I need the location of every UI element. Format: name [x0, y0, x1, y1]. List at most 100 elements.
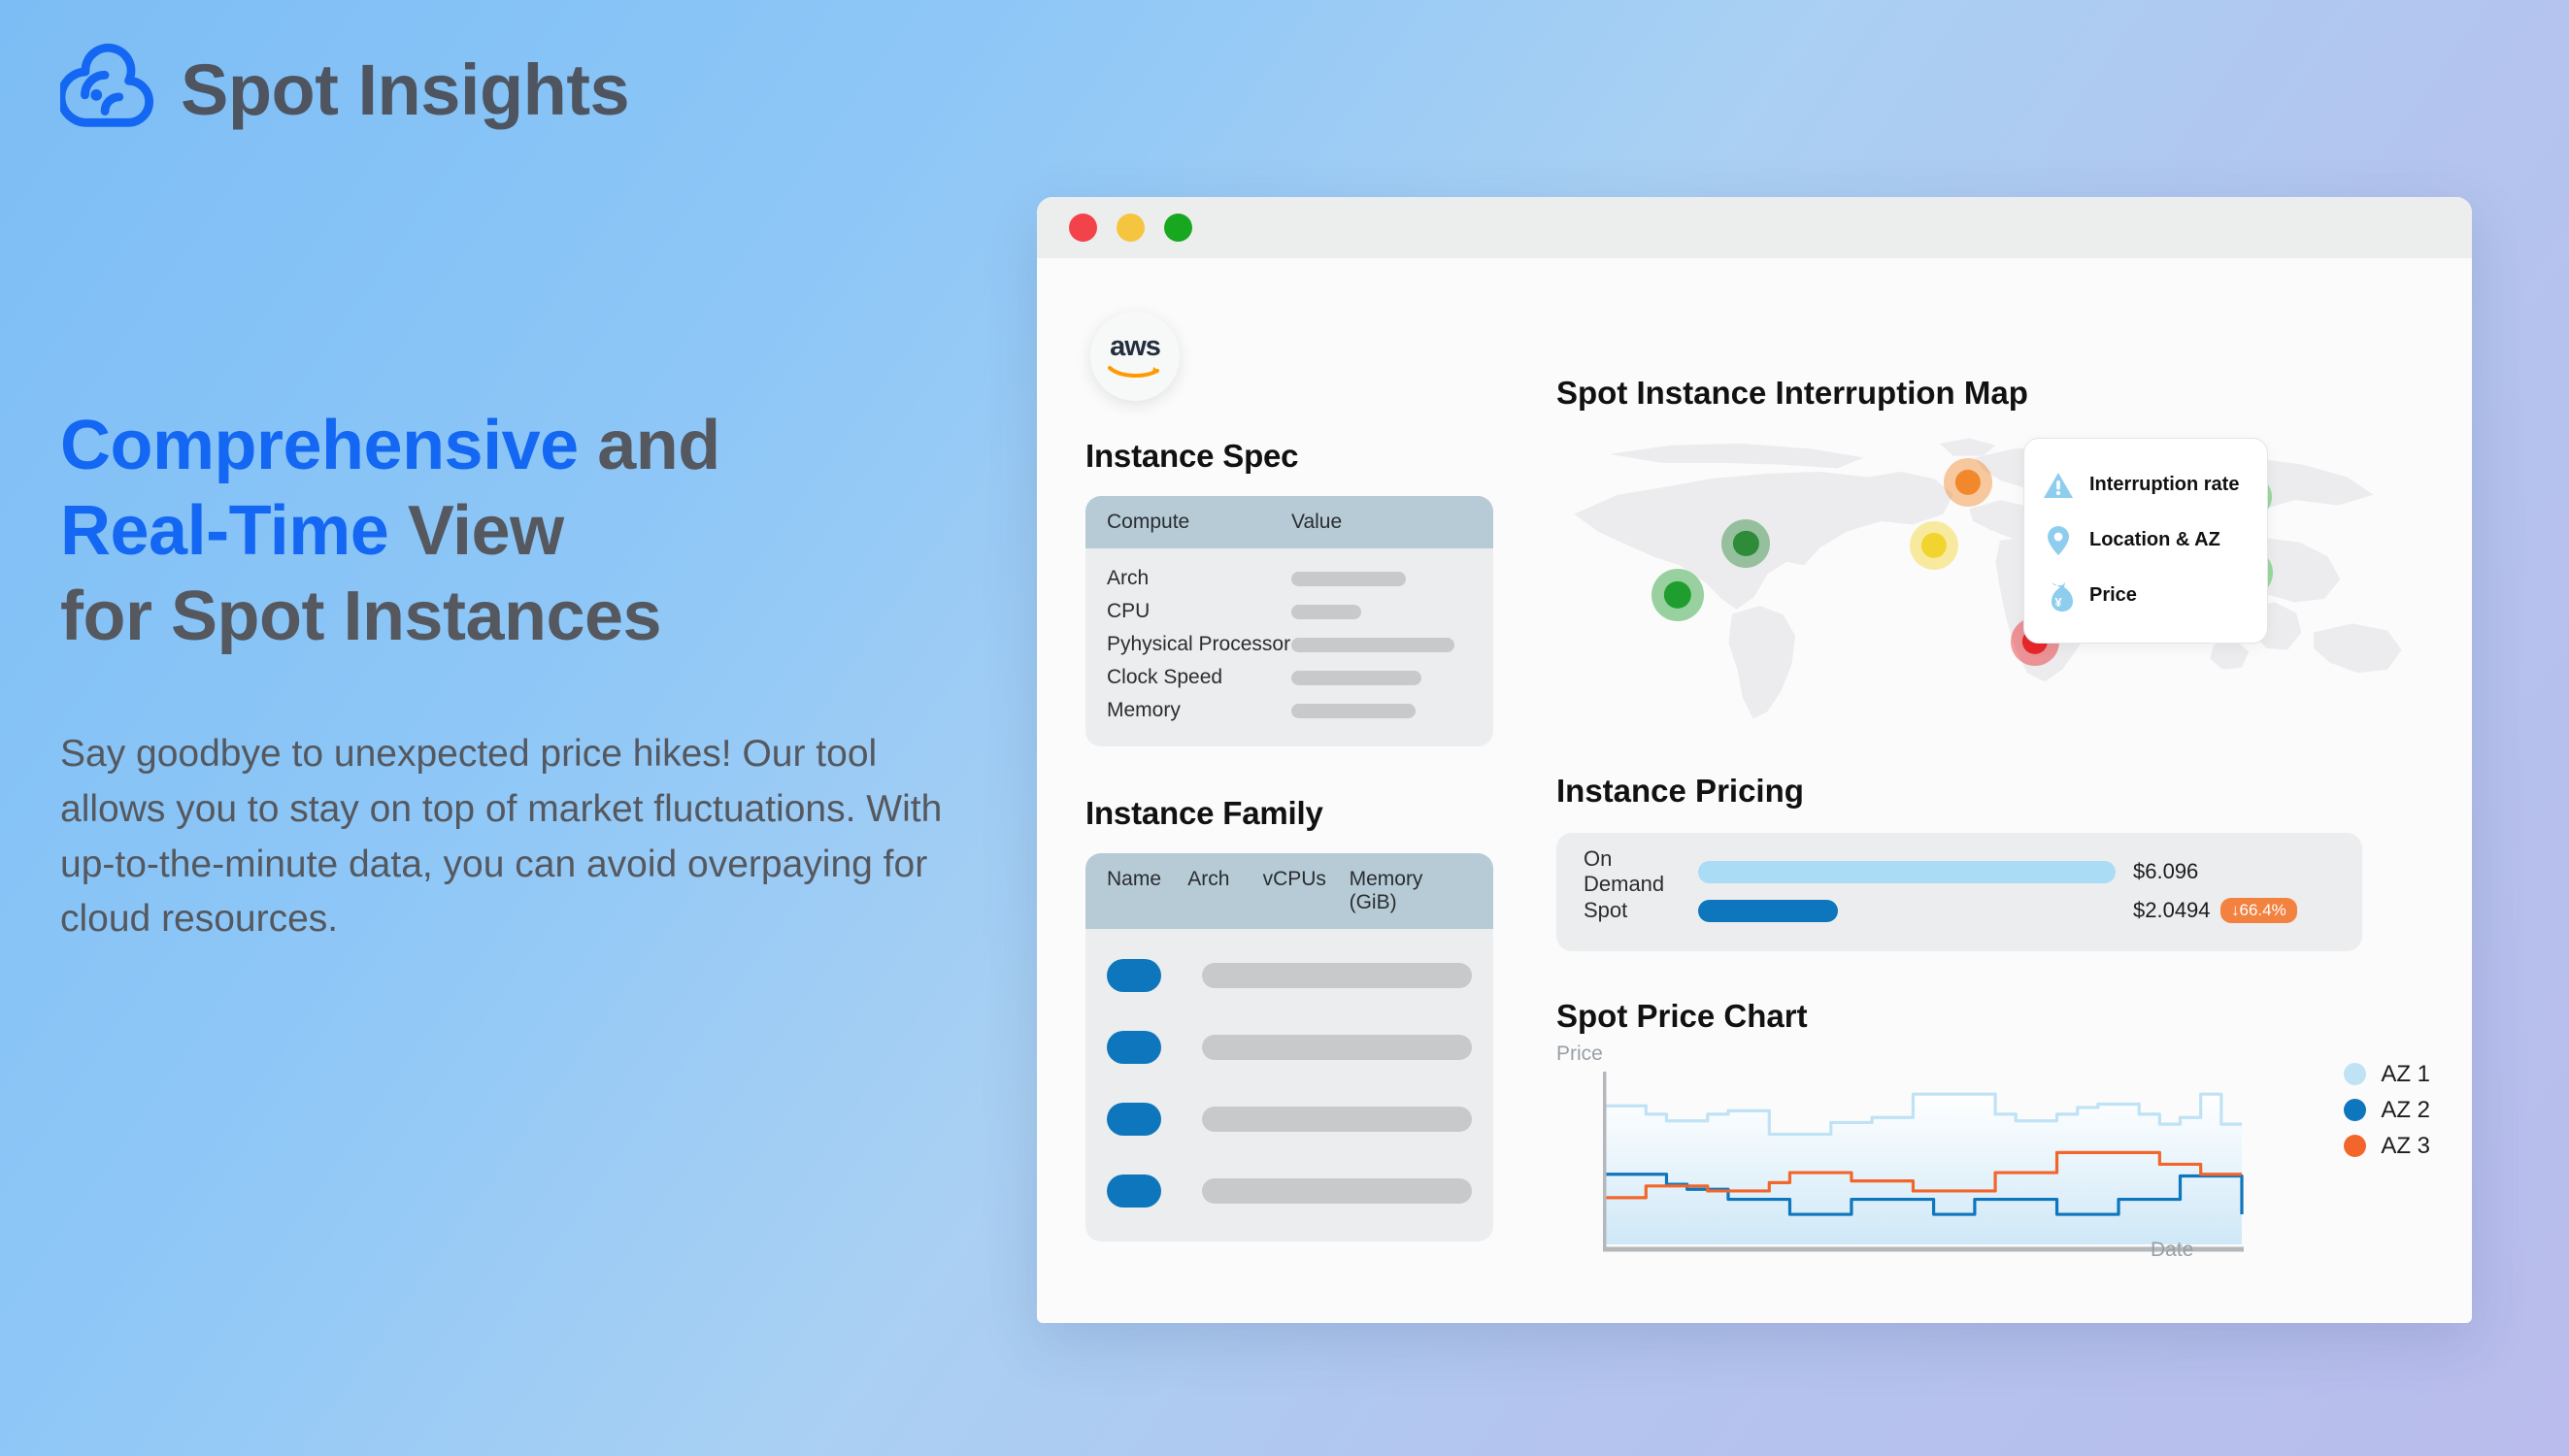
- spec-row-label: Memory: [1107, 699, 1181, 721]
- spot-price-chart-title: Spot Price Chart: [1556, 998, 1808, 1034]
- legend-item-location-az: Location & AZ: [2042, 513, 2248, 568]
- chart-legend-item[interactable]: AZ 2: [2344, 1092, 2430, 1128]
- family-name-placeholder: [1107, 1031, 1161, 1064]
- chart-legend: AZ 1 AZ 2 AZ 3: [2344, 1056, 2430, 1164]
- aws-wordmark: aws: [1110, 331, 1161, 362]
- spec-row-value-placeholder: [1291, 703, 1416, 718]
- map-marker[interactable]: [1721, 519, 1771, 568]
- pricing-row-label: On Demand: [1584, 846, 1665, 896]
- spec-row-label: CPU: [1107, 600, 1151, 622]
- hero-panel: Spot Insights Comprehensive and Real-Tim…: [56, 37, 1051, 947]
- family-data-placeholder: [1202, 1107, 1472, 1132]
- legend-color-swatch: [2344, 1135, 2367, 1157]
- pricing-bar-track: [1698, 860, 2116, 883]
- chart-area-fill: [1605, 1094, 2242, 1244]
- legend-series-label: AZ 1: [2381, 1060, 2430, 1087]
- legend-color-swatch: [2344, 1099, 2367, 1121]
- close-window-button[interactable]: [1069, 214, 1097, 242]
- money-bag-icon: ¥: [2042, 579, 2075, 612]
- app-window: aws Instance Spec Compute Value Arch CPU P…: [1037, 197, 2472, 1323]
- aws-smile-icon: [1108, 366, 1159, 378]
- table-row: Arch: [1107, 562, 1472, 595]
- svg-text:¥: ¥: [2054, 595, 2062, 610]
- table-row: CPU: [1107, 595, 1472, 628]
- headline-accent-1: Comprehensive: [60, 407, 579, 484]
- brand-name: Spot Insights: [181, 50, 630, 130]
- maximize-window-button[interactable]: [1164, 214, 1192, 242]
- spec-row-value-placeholder: [1291, 670, 1421, 685]
- headline-rest-1: and: [578, 407, 720, 484]
- family-data-placeholder: [1202, 963, 1472, 988]
- chart-legend-item[interactable]: AZ 1: [2344, 1056, 2430, 1092]
- brand-row: Spot Insights: [56, 37, 1051, 144]
- instance-family-title: Instance Family: [1085, 795, 1323, 831]
- chart-ylabel: Price: [1556, 1042, 1603, 1065]
- family-data-placeholder: [1202, 1035, 1472, 1060]
- chart-legend-item[interactable]: AZ 3: [2344, 1128, 2430, 1164]
- legend-item-interruption-rate: Interruption rate: [2042, 457, 2248, 513]
- spec-row-value-placeholder: [1291, 571, 1406, 586]
- cloud-signal-icon: [56, 43, 155, 138]
- table-row[interactable]: [1107, 954, 1472, 997]
- spot-price-chart[interactable]: Price Date AZ 1 AZ 2 AZ 3: [1556, 1042, 2430, 1262]
- page-title: Comprehensive and Real-Time View for Spo…: [60, 404, 1051, 659]
- map-legend: Interruption rate Location & AZ ¥ Price: [2023, 438, 2268, 644]
- minimize-window-button[interactable]: [1117, 214, 1145, 242]
- map-marker[interactable]: [1943, 458, 1992, 507]
- spec-col-value: Value: [1291, 511, 1343, 533]
- headline-rest-2: View: [388, 491, 564, 570]
- table-row[interactable]: [1107, 1098, 1472, 1141]
- spec-row-value-placeholder: [1291, 604, 1361, 619]
- status-badge: ↓66.4%: [2220, 897, 2297, 924]
- legend-series-label: AZ 3: [2381, 1132, 2430, 1159]
- family-col-arch: Arch: [1187, 868, 1230, 890]
- chart-plot: [1603, 1072, 2244, 1252]
- instance-pricing-title: Instance Pricing: [1556, 773, 1804, 809]
- legend-label-location-az: Location & AZ: [2089, 529, 2220, 550]
- instance-spec-title: Instance Spec: [1085, 438, 1299, 474]
- instance-pricing-card: On Demand $6.096 Spot $2.0494 ↓66.4%: [1556, 833, 2362, 951]
- warning-triangle-icon: [2042, 469, 2075, 502]
- spec-row-label: Clock Speed: [1107, 666, 1223, 688]
- spec-row-label: Pyhysical Processor: [1107, 633, 1291, 655]
- table-row[interactable]: [1107, 1026, 1472, 1069]
- instance-family-rows: [1085, 929, 1493, 1241]
- legend-item-price: ¥ Price: [2042, 568, 2248, 623]
- spec-row-label: Arch: [1107, 567, 1150, 589]
- legend-label-price: Price: [2089, 584, 2137, 606]
- headline-line-3: for Spot Instances: [60, 577, 662, 655]
- family-name-placeholder: [1107, 1103, 1161, 1136]
- family-name-placeholder: [1107, 1175, 1161, 1208]
- hero-body-text: Say goodbye to unexpected price hikes! O…: [60, 733, 943, 941]
- pricing-bar-track: [1698, 899, 2116, 922]
- legend-series-label: AZ 2: [2381, 1096, 2430, 1123]
- pricing-row: On Demand $6.096: [1584, 846, 2335, 896]
- pricing-row: Spot $2.0494 ↓66.4%: [1584, 891, 2335, 930]
- instance-spec-rows: Arch CPU Pyhysical Processor Clock Speed Mem…: [1085, 548, 1493, 746]
- map-pin-icon: [2042, 524, 2075, 557]
- instance-spec-header: Compute Value: [1085, 496, 1493, 548]
- window-titlebar: [1037, 197, 2472, 258]
- spec-row-value-placeholder: [1291, 637, 1454, 652]
- pricing-row-value: $6.096: [2133, 859, 2199, 883]
- instance-family-card: Name Arch vCPUs Memory (GiB): [1085, 853, 1493, 1241]
- interruption-map[interactable]: Interruption rate Location & AZ ¥ Price: [1556, 433, 2435, 724]
- right-column: Spot Instance Interruption Map Interrupt…: [1556, 375, 2430, 1262]
- aws-logo-icon: aws: [1090, 312, 1180, 401]
- map-marker[interactable]: [1651, 568, 1704, 621]
- map-marker[interactable]: [1910, 520, 1959, 570]
- headline-accent-2: Real-Time: [60, 491, 389, 570]
- family-col-memory: Memory (GiB): [1349, 868, 1423, 913]
- legend-label-interruption-rate: Interruption rate: [2089, 474, 2240, 495]
- instance-family-header: Name Arch vCPUs Memory (GiB): [1085, 853, 1493, 929]
- table-row[interactable]: [1107, 1170, 1472, 1212]
- instance-spec-card: Compute Value Arch CPU Pyhysical Processor…: [1085, 496, 1493, 746]
- family-col-name: Name: [1107, 868, 1162, 890]
- table-row: Clock Speed: [1107, 661, 1472, 694]
- pricing-row-label: Spot: [1584, 898, 1628, 922]
- table-row: Pyhysical Processor: [1107, 628, 1472, 661]
- window-content: aws Instance Spec Compute Value Arch CPU P…: [1037, 258, 2472, 1323]
- legend-color-swatch: [2344, 1063, 2367, 1085]
- spec-col-compute: Compute: [1107, 511, 1190, 533]
- family-name-placeholder: [1107, 959, 1161, 992]
